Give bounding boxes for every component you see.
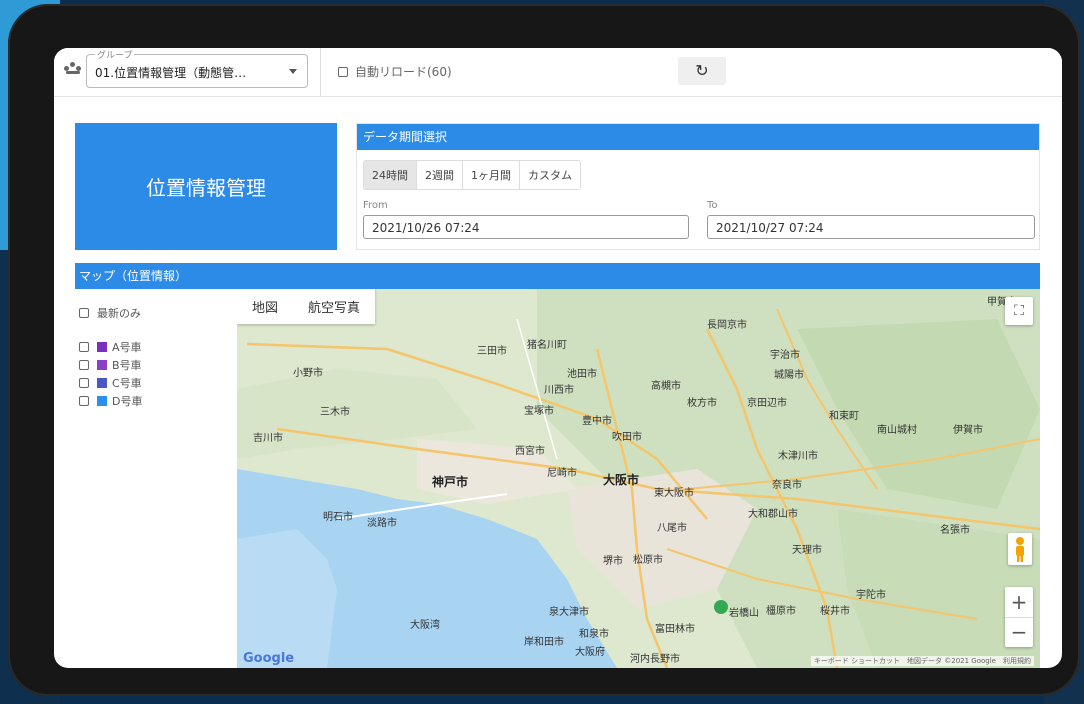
latest-only-toggle[interactable]: 最新のみ — [79, 305, 141, 321]
fullscreen-icon: ⛶ — [1014, 303, 1024, 319]
divider — [320, 48, 321, 96]
tab-custom[interactable]: カスタム — [520, 161, 580, 189]
zoom-out-button[interactable]: − — [1005, 618, 1033, 647]
zoom-in-button[interactable]: + — [1005, 587, 1033, 618]
vehicle-filter-panel: 最新のみ A号車 B号車 C号車 D号車 — [75, 289, 237, 668]
pegman-icon — [1016, 537, 1024, 562]
tab-2weeks[interactable]: 2週間 — [417, 161, 463, 189]
date-panel-header: データ期間選択 — [357, 124, 1039, 150]
vehicle-checkbox[interactable] — [79, 396, 89, 406]
fullscreen-button[interactable]: ⛶ — [1005, 297, 1033, 325]
auto-reload-label: 自動リロード(60) — [355, 65, 452, 79]
date-range-panel: データ期間選択 24時間 2週間 1ヶ月間 カスタム From 2021/10/… — [356, 123, 1040, 250]
map-view[interactable]: 長岡京市 三田市 猪名川町 宇治市 小野市 川西市 高槻市 城陽市 池田市 枚方… — [237, 289, 1040, 668]
chevron-down-icon — [289, 69, 297, 74]
latest-only-label: 最新のみ — [97, 307, 141, 320]
reload-button[interactable]: ↻ — [678, 57, 726, 85]
to-input[interactable]: 2021/10/27 07:24 — [707, 215, 1035, 239]
vehicle-color-swatch — [97, 396, 107, 406]
pegman-button[interactable] — [1008, 533, 1032, 565]
latest-only-checkbox[interactable] — [79, 308, 89, 318]
vehicle-label: C号車 — [112, 377, 142, 390]
vehicle-item-c[interactable]: C号車 — [79, 375, 142, 391]
vehicle-label: D号車 — [112, 395, 143, 408]
map-attribution[interactable]: キーボード ショートカット 地図データ ©2021 Google 利用規約 — [810, 656, 1034, 666]
vehicle-item-b[interactable]: B号車 — [79, 357, 142, 373]
map-type-satellite[interactable]: 航空写真 — [293, 289, 375, 324]
to-label: To — [707, 200, 718, 211]
map-section-header: マップ（位置情報） — [75, 263, 1040, 289]
vehicle-item-d[interactable]: D号車 — [79, 393, 142, 409]
vehicle-label: A号車 — [112, 341, 142, 354]
tab-24h[interactable]: 24時間 — [364, 161, 417, 189]
from-label: From — [363, 200, 388, 211]
period-tabs: 24時間 2週間 1ヶ月間 カスタム — [363, 160, 581, 190]
vehicle-label: B号車 — [112, 359, 142, 372]
vehicle-item-a[interactable]: A号車 — [79, 339, 142, 355]
vehicle-checkbox[interactable] — [79, 360, 89, 370]
tab-1month[interactable]: 1ヶ月間 — [463, 161, 520, 189]
page-title: 位置情報管理 — [146, 176, 266, 200]
map-type-map[interactable]: 地図 — [237, 289, 293, 324]
page-title-tile: 位置情報管理 — [75, 123, 337, 250]
map-type-tabs: 地図 航空写真 — [237, 289, 376, 324]
auto-reload-checkbox[interactable] — [338, 66, 348, 77]
tablet-frame: グループ 01.位置情報管理（動態管… 自動リロード(60) ↻ 位置情報管理 … — [8, 4, 1080, 696]
vehicle-color-swatch — [97, 342, 107, 352]
zoom-controls: + − — [1005, 587, 1033, 647]
group-icon — [64, 62, 82, 76]
vehicle-color-swatch — [97, 360, 107, 370]
group-value: 01.位置情報管理（動態管… — [95, 66, 247, 80]
group-legend: グループ — [95, 48, 135, 61]
google-logo: Google — [243, 651, 295, 666]
vehicle-color-swatch — [97, 378, 107, 388]
vehicle-checkbox[interactable] — [79, 342, 89, 352]
from-input[interactable]: 2021/10/26 07:24 — [363, 215, 689, 239]
vehicle-checkbox[interactable] — [79, 378, 89, 388]
app-screen: グループ 01.位置情報管理（動態管… 自動リロード(60) ↻ 位置情報管理 … — [54, 48, 1062, 668]
group-select[interactable]: グループ 01.位置情報管理（動態管… — [86, 48, 308, 88]
reload-icon: ↻ — [695, 61, 709, 80]
top-bar: グループ 01.位置情報管理（動態管… 自動リロード(60) ↻ — [54, 48, 1062, 97]
auto-reload-toggle[interactable]: 自動リロード(60) — [338, 63, 452, 80]
